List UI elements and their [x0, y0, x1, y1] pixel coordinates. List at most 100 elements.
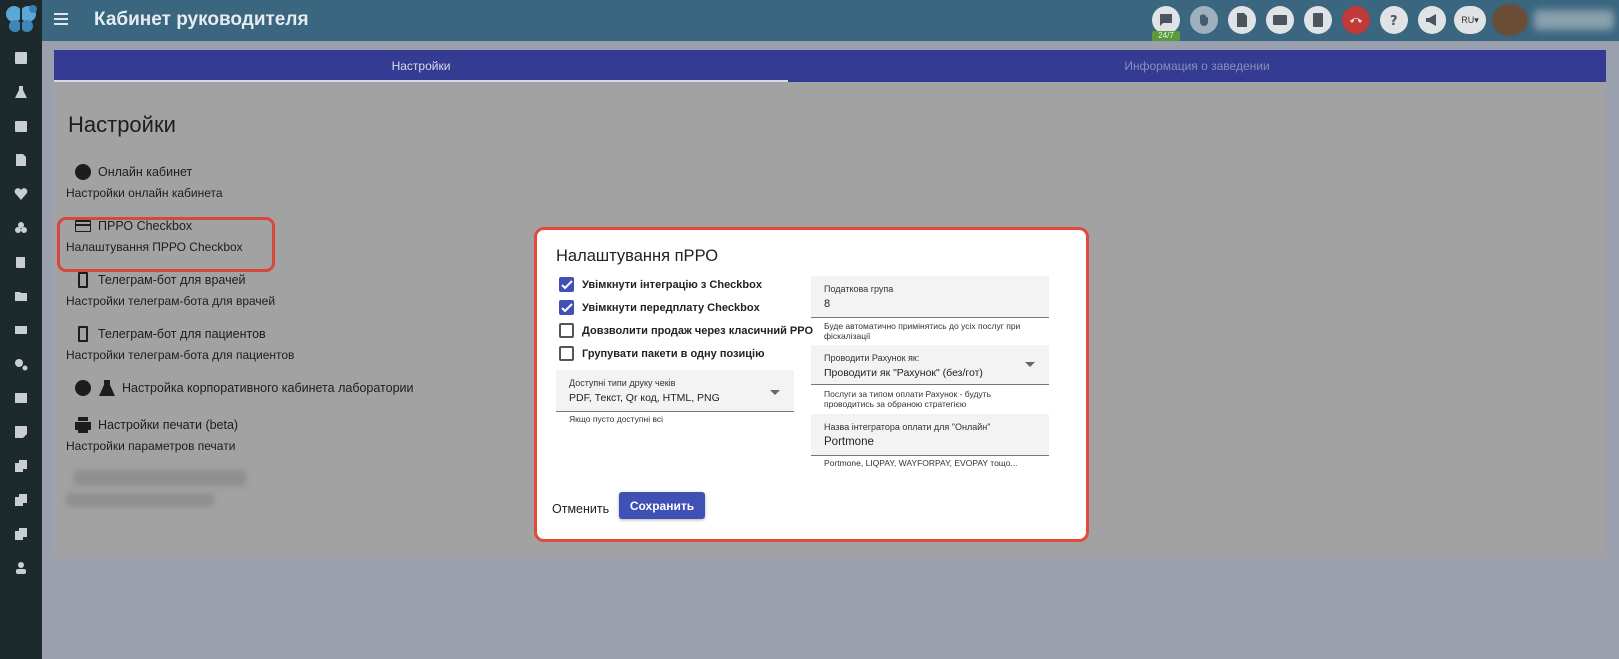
app-title: Кабинет руководителя [94, 9, 309, 30]
sidebar-copy-icon-2[interactable] [12, 491, 30, 509]
active-tab-indicator [54, 80, 788, 82]
menu-icon[interactable] [54, 13, 68, 25]
top-bar: Кабинет руководителя 24/7 ? RU ▾ [42, 0, 1619, 41]
credit-card-icon [1273, 15, 1287, 25]
tax-group-input[interactable]: Податкова група 8 [811, 276, 1049, 318]
checkbox-checked[interactable] [559, 300, 574, 315]
phone-hangup-icon [1350, 18, 1362, 23]
setting-online-cabinet[interactable]: Онлайн кабинет [74, 163, 192, 181]
butterfly-logo-icon[interactable] [4, 3, 38, 35]
invoice-mode-helper: Послуги за типом оплати Рахунок - будуть… [824, 389, 991, 409]
globe-icon [75, 380, 91, 396]
setting-lab-cabinet[interactable]: Настройка корпоративного кабинета лабора… [74, 379, 414, 397]
chat-icon [1160, 14, 1172, 26]
checkbox-unchecked[interactable] [559, 323, 574, 338]
announcement-button[interactable] [1418, 6, 1446, 34]
setting-print-subtitle: Настройки параметров печати [66, 439, 236, 453]
integrator-value: Portmone [824, 436, 874, 448]
svg-text:?: ? [1390, 14, 1398, 28]
card-button[interactable] [1266, 6, 1294, 34]
tax-group-label: Податкова група [824, 284, 894, 294]
notification-button[interactable] [1190, 6, 1218, 34]
sidebar-copy-icon-3[interactable] [12, 525, 30, 543]
dropdown-arrow-icon [1025, 362, 1035, 367]
checkbox-unchecked[interactable] [559, 346, 574, 361]
setting-telegram-patients-title: Телеграм-бот для пациентов [98, 327, 266, 341]
chat-button[interactable] [1152, 6, 1180, 34]
checkbox-enable-prepay[interactable]: Увімкнути передплату Checkbox [559, 300, 760, 315]
checkbox-enable-prepay-label: Увімкнути передплату Checkbox [582, 301, 760, 314]
help-icon: ? [1390, 14, 1398, 28]
prro-settings-dialog: Налаштування пРРО Увімкнути інтеграцію з… [534, 227, 1089, 542]
sidebar-list-icon[interactable] [12, 389, 30, 407]
calculator-button[interactable] [1304, 6, 1332, 34]
pdf-icon [1237, 13, 1247, 27]
setting-online-cabinet-title: Онлайн кабинет [98, 165, 193, 179]
checkbox-checked[interactable] [559, 277, 574, 292]
setting-telegram-doctors[interactable]: Телеграм-бот для врачей [74, 271, 246, 289]
check-icon [560, 302, 573, 312]
checkbox-allow-classic-rro[interactable]: Довзволити продаж через класичний РРО [559, 323, 813, 338]
blurred-setting-title [74, 470, 246, 486]
help-button[interactable]: ? [1380, 6, 1408, 34]
sidebar-document-icon[interactable] [12, 151, 30, 169]
print-types-helper: Якщо пусто доступні всі [569, 414, 664, 424]
sidebar-book-icon[interactable] [12, 253, 30, 271]
phone-touch-icon [78, 272, 88, 288]
setting-print-title: Настройки печати (beta) [98, 418, 239, 432]
print-types-select[interactable]: Доступні типи друку чеків PDF, Текст, Qr… [556, 370, 794, 412]
print-types-label: Доступні типи друку чеків [569, 378, 676, 388]
integrator-label: Назва інтегратора оплати для "Онлайн" [824, 422, 991, 432]
sidebar-flask-icon[interactable] [12, 83, 30, 101]
setting-telegram-patients[interactable]: Телеграм-бот для пациентов [74, 325, 266, 343]
setting-print[interactable]: Настройки печати (beta) [74, 416, 238, 434]
save-button[interactable]: Сохранить [619, 492, 705, 519]
invoice-mode-label: Проводити Рахунок як: [824, 353, 920, 363]
tabs-bar: Настройки Информация о заведении [54, 50, 1606, 82]
sidebar-copy-icon[interactable] [12, 457, 30, 475]
sidebar-money-icon[interactable] [12, 321, 30, 339]
page-title: Настройки [68, 112, 176, 137]
sidebar-calendar-icon[interactable] [12, 117, 30, 135]
sidebar-folder-icon[interactable] [12, 287, 30, 305]
dialog-title: Налаштування пРРО [556, 247, 719, 265]
setting-online-cabinet-subtitle: Настройки онлайн кабинета [66, 186, 223, 200]
blurred-setting-subtitle [66, 493, 214, 507]
hangup-button[interactable] [1342, 6, 1370, 34]
printer-icon [75, 417, 91, 433]
sidebar-group-icon[interactable] [12, 219, 30, 237]
sidebar-settings-icon[interactable] [12, 355, 30, 373]
sidebar-contacts-icon[interactable] [12, 49, 30, 67]
tax-group-value: 8 [824, 298, 831, 310]
tax-group-helper: Буде автоматично примінятись до усіх пос… [824, 321, 1021, 341]
tab-settings[interactable]: Настройки [54, 50, 788, 82]
hand-icon [1200, 14, 1208, 26]
checkbox-enable-integration[interactable]: Увімкнути інтеграцію з Checkbox [559, 277, 762, 292]
prro-highlight-box [57, 217, 275, 272]
sidebar-note-icon[interactable] [12, 423, 30, 441]
invoice-mode-select[interactable]: Проводити Рахунок як: Проводити як "Раху… [811, 345, 1049, 385]
tab-establishment-info[interactable]: Информация о заведении [788, 50, 1606, 82]
checkbox-group-packages-label: Групувати пакети в одну позицію [582, 347, 765, 360]
globe-icon [75, 164, 91, 180]
language-label: RU [1461, 15, 1475, 25]
check-icon [560, 279, 573, 289]
sidebar-heart-icon[interactable] [12, 185, 30, 203]
avatar[interactable] [1492, 4, 1528, 36]
language-select[interactable]: RU ▾ [1454, 6, 1486, 34]
pdf-button[interactable] [1228, 6, 1256, 34]
sidebar-user-icon[interactable] [12, 559, 30, 577]
print-types-value: PDF, Текст, Qr код, HTML, PNG [569, 392, 720, 404]
megaphone-icon [1426, 14, 1436, 26]
cancel-button[interactable]: Отменить [552, 502, 609, 516]
sidebar [0, 0, 42, 659]
calculator-icon [1313, 13, 1323, 27]
integrator-name-input[interactable]: Назва інтегратора оплати для "Онлайн" Po… [811, 414, 1049, 456]
setting-telegram-doctors-title: Телеграм-бот для врачей [98, 273, 246, 287]
phone-touch-icon [78, 326, 88, 342]
user-name-blurred [1534, 10, 1614, 30]
checkbox-allow-classic-rro-label: Довзволити продаж через класичний РРО [582, 324, 814, 337]
checkbox-group-packages[interactable]: Групувати пакети в одну позицію [559, 346, 765, 361]
flask-icon [99, 380, 115, 396]
setting-telegram-patients-subtitle: Настройки телеграм-бота для пациентов [66, 348, 295, 362]
